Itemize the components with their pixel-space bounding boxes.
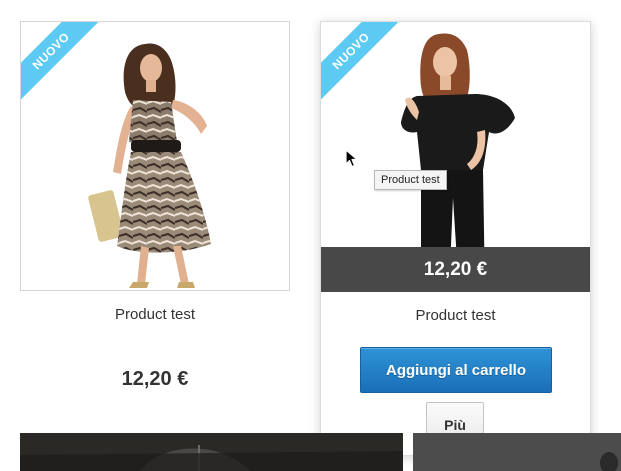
product-name-link[interactable]: Product test (321, 307, 590, 324)
umbrella-photo-image (20, 433, 403, 471)
product-image-link[interactable]: NUOVO (20, 21, 290, 291)
mouse-pointer-icon (345, 149, 358, 168)
new-ribbon: NUOVO (321, 22, 411, 112)
hover-price-bar: 12,20 € (321, 247, 590, 292)
new-badge: NUOVO (321, 22, 403, 103)
next-product-image[interactable] (20, 433, 403, 471)
product-photo-image (413, 433, 621, 471)
product-card-hovered: NUOVO 12,20 € Product test Aggiungi al c… (320, 21, 591, 456)
new-badge: NUOVO (21, 22, 103, 103)
product-grid: NUOVO Product test 12,20 € NUOVO 12,20 €… (0, 0, 621, 471)
add-to-cart-button[interactable]: Aggiungi al carrello (360, 347, 552, 393)
new-ribbon: NUOVO (21, 22, 111, 112)
next-product-image[interactable] (413, 433, 621, 471)
product-image-link[interactable]: NUOVO 12,20 € (321, 22, 590, 292)
product-name-link[interactable]: Product test (20, 306, 290, 323)
image-title-tooltip: Product test (374, 170, 447, 190)
product-price: 12,20 € (121, 368, 189, 390)
